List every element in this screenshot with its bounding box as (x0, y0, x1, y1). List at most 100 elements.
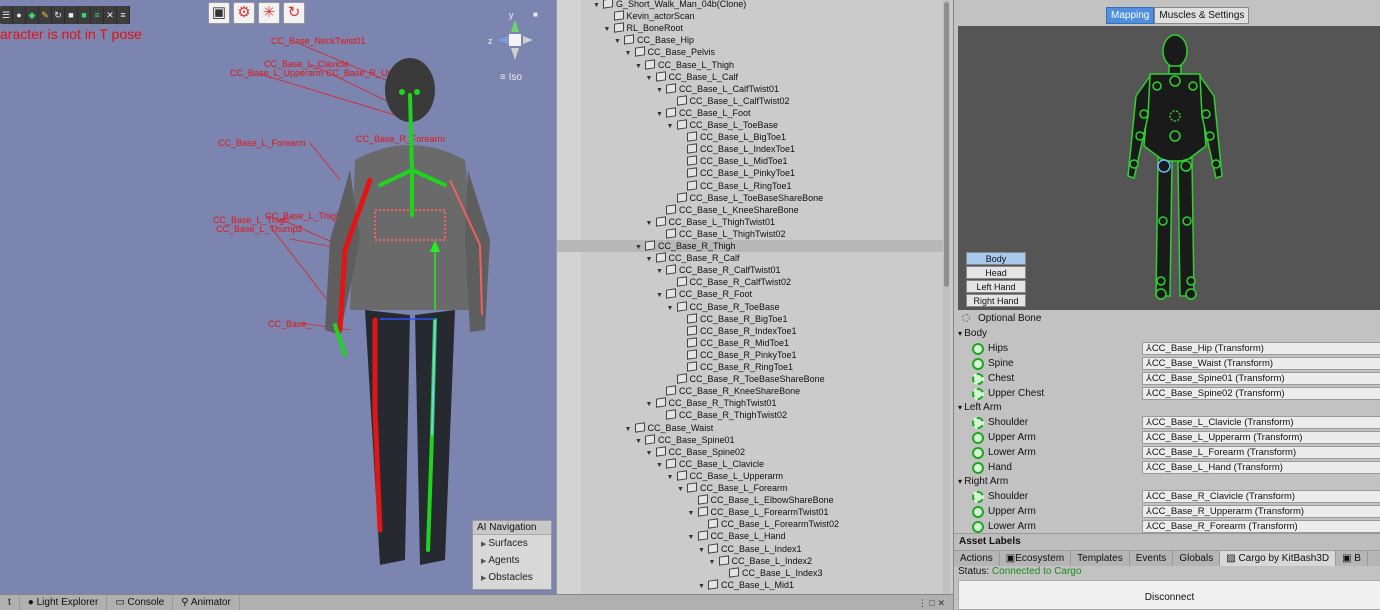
projection-label[interactable]: ≡ Iso (500, 72, 522, 83)
hierarchy-row[interactable]: CC_Base_R_ThighTwist02 (557, 409, 943, 421)
bone-transform-field[interactable]: ⅄CC_Base_Waist (Transform) (1142, 357, 1380, 370)
tab-cargo[interactable]: ▨ Cargo by KitBash3D (1220, 551, 1337, 566)
tab-partial[interactable]: t (0, 595, 20, 610)
hierarchy-row[interactable]: ▼ CC_Base_R_Calf (557, 252, 943, 264)
hierarchy-row[interactable]: CC_Base_R_PinkyToe1 (557, 349, 943, 361)
rotate-tool-icon[interactable]: ↻ (283, 2, 305, 24)
hierarchy-row[interactable]: CC_Base_R_IndexToe1 (557, 324, 943, 337)
expand-arrow-icon[interactable]: ▼ (698, 581, 708, 593)
hierarchy-row[interactable]: ▼ G_Short_Walk_Man_04b(Clone) (557, 0, 943, 10)
bone-status-icon[interactable] (972, 462, 984, 474)
hierarchy-panel[interactable]: ▼ G_Short_Walk_Man_04b(Clone) Kevin_actorS… (556, 0, 952, 594)
disconnect-button[interactable]: Disconnect (958, 580, 1380, 610)
hierarchy-row[interactable]: CC_Base_R_BigToe1 (557, 312, 943, 325)
tab-animator[interactable]: ⚲ Animator (173, 595, 240, 610)
hierarchy-row[interactable]: ▼ CC_Base_L_Mid1 (557, 579, 943, 591)
hierarchy-row[interactable]: CC_Base_L_ToeBaseShareBone (557, 191, 943, 204)
asset-labels-header[interactable]: Asset Labels (954, 533, 1380, 549)
bone-status-icon[interactable] (972, 373, 984, 385)
hierarchy-row[interactable]: CC_Base_L_IndexToe1 (557, 143, 943, 155)
hierarchy-row[interactable]: ▼ CC_Base_Hip (557, 34, 943, 46)
box-tool-icon[interactable]: ▣ (208, 2, 230, 24)
tab-ecosystem[interactable]: ▣Ecosystem (1000, 551, 1072, 566)
bone-transform-field[interactable]: ⅄CC_Base_L_Upperarm (Transform) (1142, 431, 1380, 444)
bone-section-header[interactable]: Body (958, 328, 987, 339)
bone-section-header[interactable]: Left Arm (958, 402, 1001, 413)
bone-transform-field[interactable]: ⅄CC_Base_Spine01 (Transform) (1142, 372, 1380, 385)
character-skeleton[interactable] (180, 40, 520, 580)
bone-status-icon[interactable] (972, 358, 984, 370)
tab-console[interactable]: ▭ Console (107, 595, 174, 610)
bone-transform-field[interactable]: ⅄CC_Base_L_Clavicle (Transform) (1142, 416, 1380, 429)
hierarchy-row[interactable]: Kevin_actorScan (557, 10, 943, 22)
hierarchy-row[interactable]: ▼ CC_Base_L_Foot (557, 107, 943, 119)
hierarchy-row[interactable]: CC_Base_R_RingToe1 (557, 361, 943, 373)
hierarchy-row[interactable]: ▼ CC_Base_L_Thigh (557, 58, 943, 71)
tab-light-explorer[interactable]: ● Light Explorer (20, 595, 108, 610)
hierarchy-row[interactable]: ▼ CC_Base_L_Upperarm (557, 470, 943, 482)
hierarchy-row[interactable]: ▼ CC_Base_L_ForearmTwist01 (557, 506, 943, 518)
hierarchy-row[interactable]: ▼ CC_Base_Spine02 (557, 445, 943, 458)
body-part-head[interactable]: Head (966, 266, 1026, 279)
hierarchy-row[interactable]: CC_Base_R_ToeBaseShareBone (557, 373, 943, 385)
hierarchy-row[interactable]: ▼ CC_Base_L_Clavicle (557, 458, 943, 470)
hierarchy-row[interactable]: CC_Base_R_MidToe1 (557, 337, 943, 349)
bone-transform-field[interactable]: ⅄CC_Base_L_Hand (Transform) (1142, 461, 1380, 474)
bone-transform-field[interactable]: ⅄CC_Base_L_Forearm (Transform) (1142, 446, 1380, 459)
body-part-right-hand[interactable]: Right Hand (966, 294, 1026, 307)
bone-transform-field[interactable]: ⅄CC_Base_Hip (Transform) (1142, 342, 1380, 355)
bone-status-icon[interactable] (972, 388, 984, 400)
bone-status-icon[interactable] (972, 417, 984, 429)
hierarchy-row[interactable]: CC_Base_L_ForearmTwist02 (557, 518, 943, 530)
hierarchy-row[interactable]: CC_Base_L_MidToe1 (557, 155, 943, 167)
body-part-left-hand[interactable]: Left Hand (966, 280, 1026, 293)
hierarchy-row[interactable]: CC_Base_R_KneeShareBone (557, 385, 943, 397)
close-icon[interactable]: ✕ (104, 6, 117, 24)
hierarchy-scrollbar[interactable] (943, 0, 950, 594)
ai-nav-surfaces[interactable]: Surfaces (473, 535, 551, 552)
ai-navigation-overlay[interactable]: AI Navigation Surfaces Agents Obstacles (472, 520, 552, 590)
refresh-icon[interactable]: ↻ (52, 6, 65, 24)
lock-icon[interactable]: ■ (533, 10, 538, 19)
hierarchy-row[interactable]: CC_Base_L_RingToe1 (557, 179, 943, 192)
hierarchy-row[interactable]: CC_Base_L_ThighTwist02 (557, 228, 943, 240)
hierarchy-row[interactable]: ▼ CC_Base_L_ThighTwist01 (557, 216, 943, 228)
dock-controls[interactable]: ⋮ □ ✕ (910, 595, 953, 610)
hierarchy-row[interactable]: ▼ CC_Base_Spine01 (557, 433, 943, 446)
menu-icon[interactable]: ☰ (0, 6, 13, 24)
bone-status-icon[interactable] (972, 521, 984, 533)
hierarchy-row[interactable]: ▼ CC_Base_Waist (557, 421, 943, 434)
layers-icon[interactable]: ≡ (91, 6, 104, 24)
tab-globals[interactable]: Globals (1173, 551, 1221, 566)
scrollbar-thumb[interactable] (944, 2, 949, 287)
lighting-icon[interactable]: ✎ (39, 6, 52, 24)
hierarchy-row[interactable]: CC_Base_L_PinkyToe1 (557, 167, 943, 179)
hierarchy-row[interactable]: ▼ CC_Base_R_ToeBase (557, 300, 943, 313)
bone-status-icon[interactable] (972, 343, 984, 355)
hierarchy-row[interactable]: CC_Base_L_Index3 (557, 566, 943, 579)
bone-status-icon[interactable] (972, 432, 984, 444)
hierarchy-row[interactable]: ▼ CC_Base_L_Index2 (557, 554, 943, 567)
hierarchy-row[interactable]: CC_Base_R_CalfTwist02 (557, 276, 943, 288)
hierarchy-row[interactable]: ▼ CC_Base_R_CalfTwist01 (557, 264, 943, 276)
tab-b[interactable]: ▣ B (1336, 551, 1368, 566)
bone-status-icon[interactable] (972, 447, 984, 459)
bone-transform-field[interactable]: ⅄CC_Base_R_Clavicle (Transform) (1142, 490, 1380, 503)
hierarchy-row[interactable]: CC_Base_L_ElbowShareBone (557, 494, 943, 506)
hierarchy-row[interactable]: ▼ CC_Base_L_Forearm (557, 482, 943, 494)
camera-icon[interactable]: ■ (65, 6, 78, 24)
hierarchy-row[interactable]: ▼ CC_Base_L_CalfTwist01 (557, 82, 943, 95)
tab-muscles-settings[interactable]: Muscles & Settings (1154, 7, 1250, 24)
avatar-mapping-view[interactable]: Body Head Left Hand Right Hand (958, 26, 1380, 310)
bone-transform-field[interactable]: ⅄CC_Base_R_Upperarm (Transform) (1142, 505, 1380, 518)
hierarchy-row[interactable]: ▼ CC_Base_L_Hand (557, 530, 943, 542)
tab-templates[interactable]: Templates (1071, 551, 1130, 566)
tab-actions[interactable]: Actions (954, 551, 1000, 566)
person-icon[interactable]: ● (13, 6, 26, 24)
hierarchy-row[interactable]: ▼ CC_Base_R_ThighTwist01 (557, 397, 943, 409)
hierarchy-row[interactable]: ▼ CC_Base_Pelvis (557, 46, 943, 58)
snap-tool-icon[interactable]: ✳ (258, 2, 280, 24)
shader-icon[interactable]: ◆ (26, 6, 39, 24)
hierarchy-row[interactable]: CC_Base_L_KneeShareBone (557, 203, 943, 216)
hierarchy-row[interactable]: CC_Base_L_CalfTwist02 (557, 95, 943, 107)
